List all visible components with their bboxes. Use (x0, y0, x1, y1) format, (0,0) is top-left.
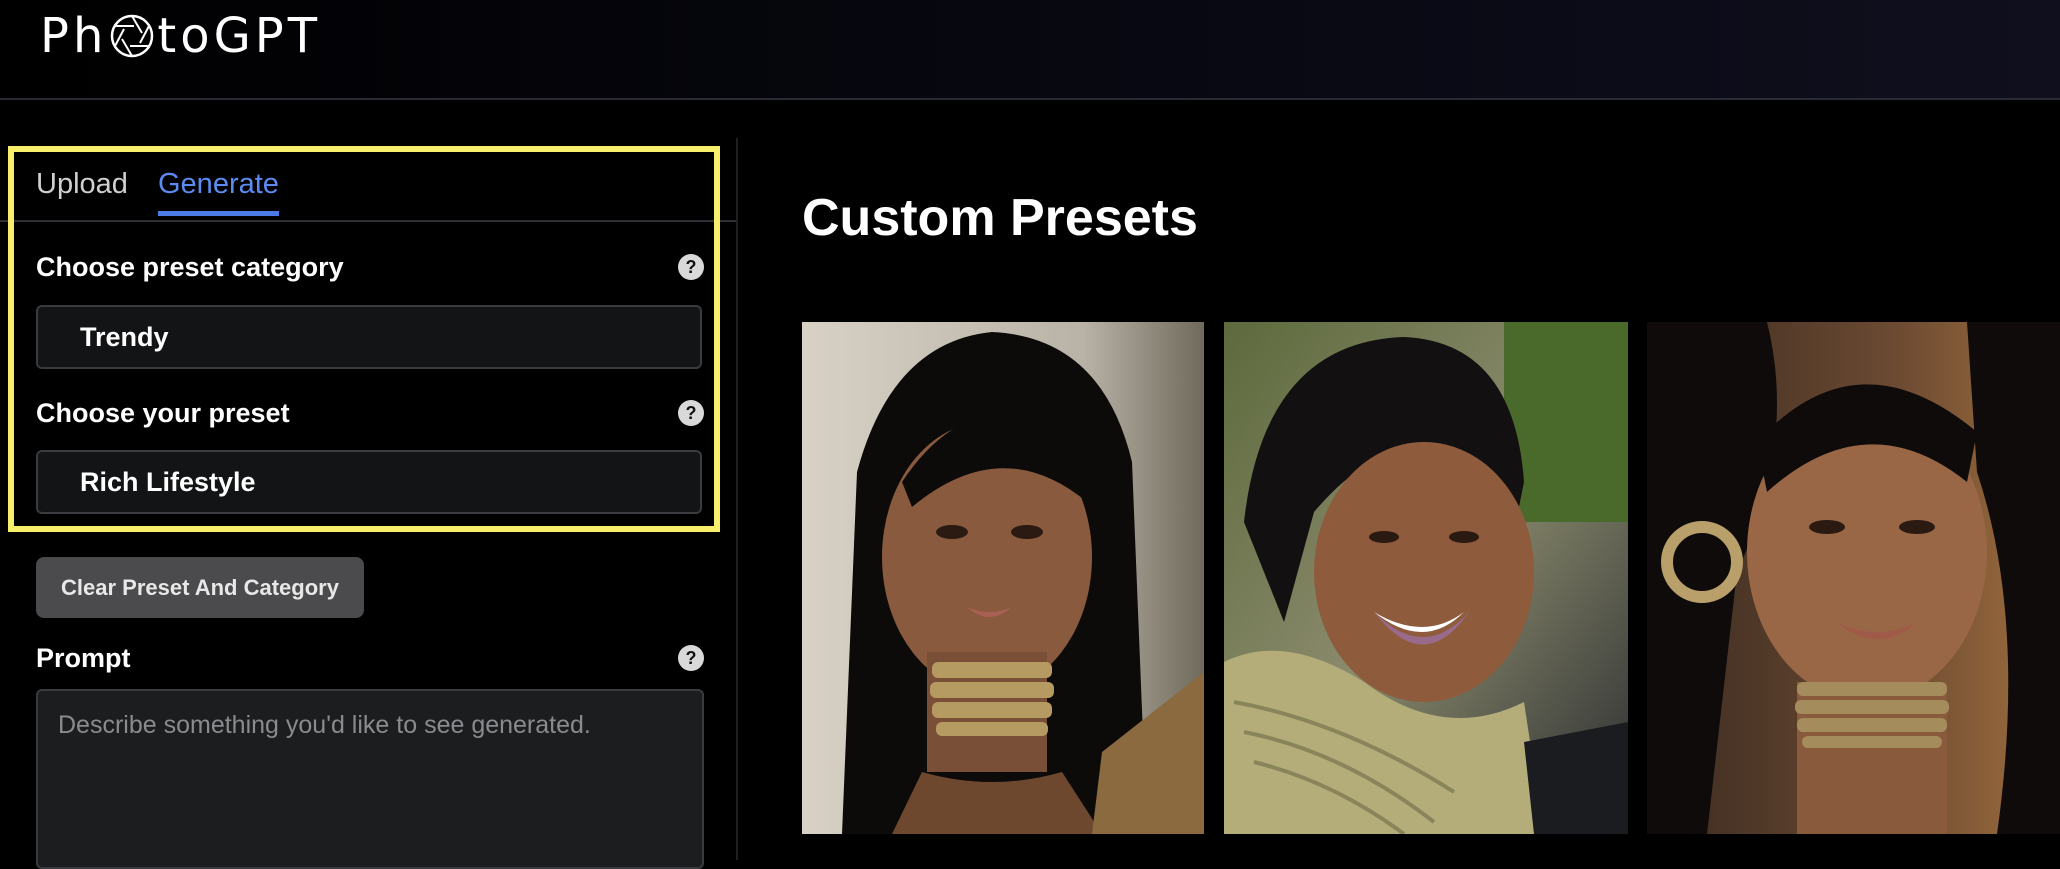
prompt-label: Prompt (36, 643, 131, 673)
preset-label: Choose your preset (36, 398, 290, 428)
logo-text-start: Ph (40, 8, 108, 64)
prompt-help-icon[interactable]: ? (678, 645, 704, 671)
tab-generate[interactable]: Generate (158, 168, 279, 216)
app-logo[interactable]: Ph toGPT (40, 8, 321, 64)
category-help-icon[interactable]: ? (678, 254, 704, 280)
sidebar-panel: Upload Generate Choose preset category ?… (0, 138, 738, 869)
clear-preset-button[interactable]: Clear Preset And Category (36, 557, 364, 618)
page-title: Custom Presets (802, 189, 1198, 247)
preset-select[interactable]: Rich Lifestyle (36, 450, 702, 514)
tab-upload[interactable]: Upload (36, 168, 128, 216)
preset-category-label: Choose preset category (36, 252, 344, 282)
preset-category-select[interactable]: Trendy (36, 305, 702, 369)
tab-bar: Upload Generate (0, 138, 736, 222)
logo-text-end: toGPT (157, 8, 322, 64)
prompt-input[interactable] (36, 689, 704, 869)
preset-help-icon[interactable]: ? (678, 400, 704, 426)
preset-image-2[interactable] (1224, 322, 1628, 834)
aperture-icon (109, 13, 155, 59)
top-header: Ph toGPT (0, 0, 2060, 100)
preset-image-3[interactable] (1647, 322, 2060, 834)
preset-image-1[interactable] (802, 322, 1204, 834)
